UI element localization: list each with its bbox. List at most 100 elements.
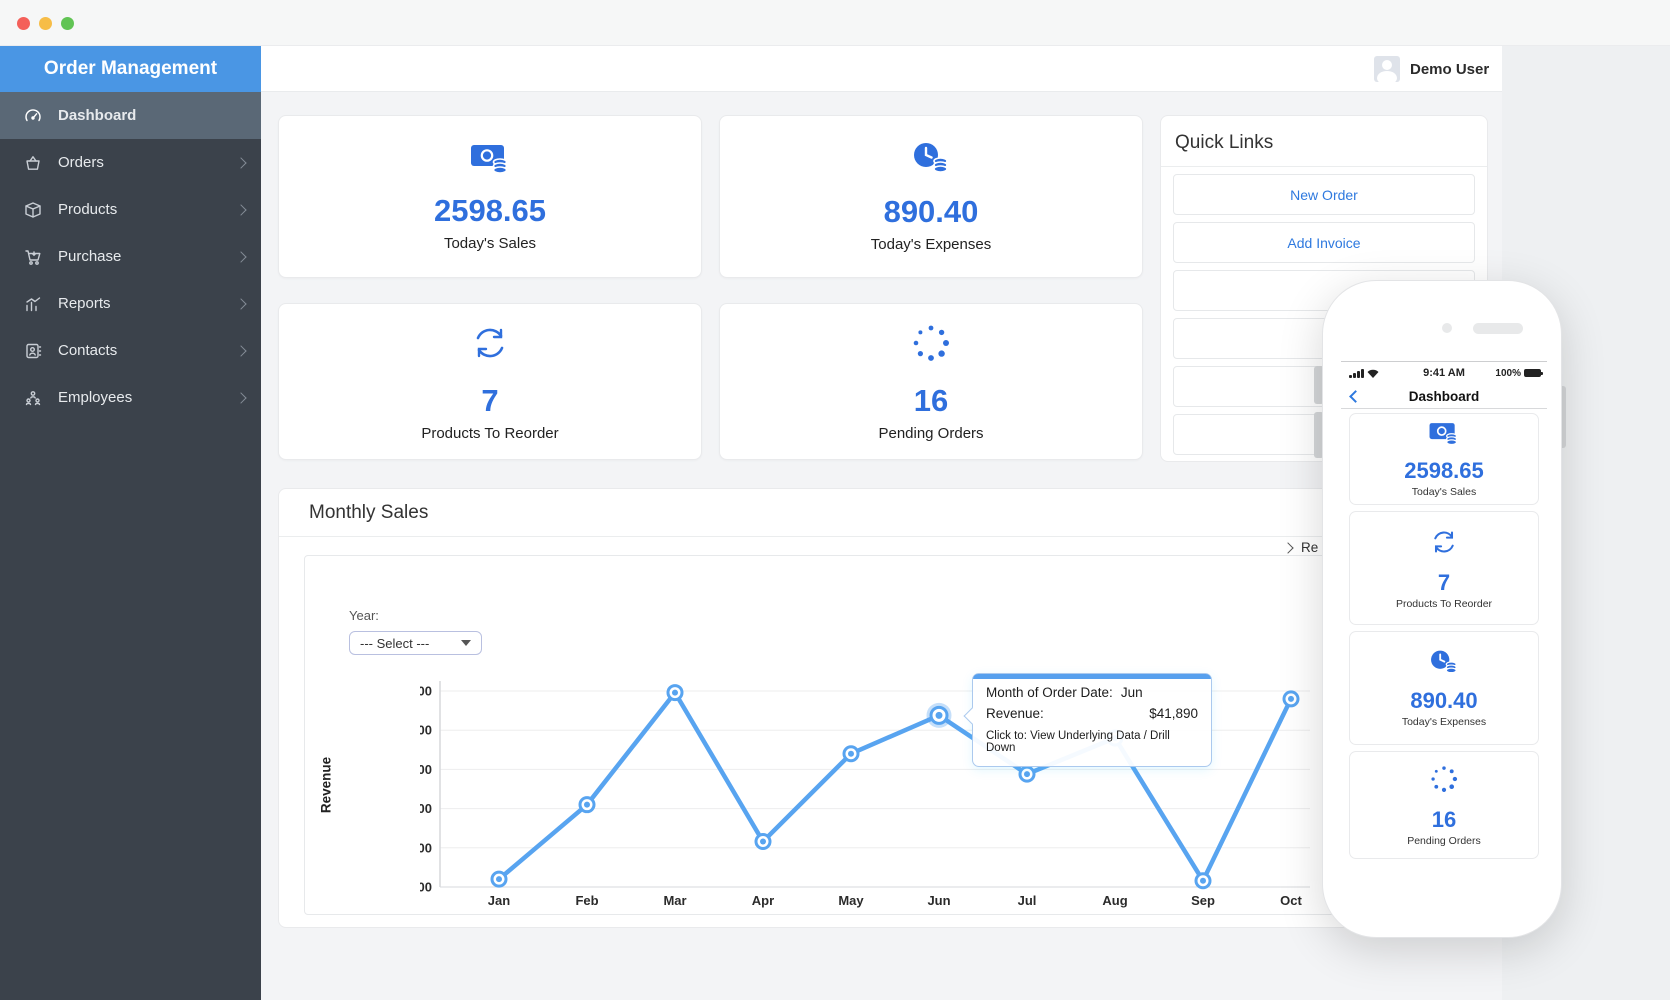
- stat-label: Today's Expenses: [1401, 716, 1487, 729]
- chart-point-center: [672, 689, 678, 696]
- chart-point-center: [1200, 877, 1206, 884]
- tooltip-revenue-value: $41,890: [1149, 706, 1198, 721]
- chevron-right-icon: [235, 203, 247, 216]
- phone-stat-card-reorder[interactable]: 7 Products To Reorder: [1349, 511, 1539, 625]
- sidebar-item-orders[interactable]: Orders: [0, 139, 261, 186]
- sidebar: Order Management Dashboard Orders Produc…: [0, 46, 261, 1000]
- money-icon: [1428, 420, 1460, 451]
- x-tick-label: Apr: [752, 893, 774, 908]
- x-tick-label: May: [838, 893, 864, 908]
- stat-card-pending-orders[interactable]: 16 Pending Orders: [719, 303, 1143, 460]
- phone-nav-bar: Dashboard: [1341, 384, 1547, 409]
- x-tick-label: Oct: [1280, 893, 1302, 908]
- clock-money-icon: [910, 140, 952, 181]
- chart-tooltip: Month of Order Date: Jun Revenue: $41,89…: [963, 673, 1212, 767]
- phone-status-bar: 9:41 AM 100%: [1341, 361, 1547, 384]
- close-window-icon[interactable]: [17, 17, 30, 30]
- stat-value: 2598.65: [433, 193, 547, 229]
- maximize-window-icon[interactable]: [61, 17, 74, 30]
- sidebar-item-label: Purchase: [58, 248, 122, 265]
- sidebar-item-contacts[interactable]: Contacts: [0, 327, 261, 374]
- tooltip-revenue-label: Revenue:: [986, 706, 1044, 721]
- box-icon: [24, 201, 42, 219]
- year-select-value: --- Select ---: [360, 635, 430, 651]
- tooltip-action-hint: Click to: View Underlying Data / Drill D…: [986, 730, 1170, 754]
- x-tick-label: Jul: [1018, 893, 1037, 908]
- stat-value: 7: [1437, 569, 1451, 595]
- chart-point-center: [1288, 695, 1294, 702]
- stat-label: Products To Reorder: [1395, 598, 1493, 611]
- cart-icon: [24, 248, 42, 266]
- stat-value: 16: [913, 383, 949, 419]
- battery-percent: 100%: [1495, 367, 1521, 379]
- x-tick-label: Jan: [488, 893, 510, 908]
- chart-point-center: [496, 876, 502, 883]
- y-tick-label: $25,000: [420, 840, 432, 855]
- y-tick-label: $40,000: [420, 723, 432, 738]
- phone-stat-card-expenses[interactable]: 890.40 Today's Expenses: [1349, 631, 1539, 745]
- stat-card-todays-sales[interactable]: 2598.65 Today's Sales: [278, 115, 702, 278]
- chevron-right-icon: [235, 250, 247, 263]
- stat-card-products-to-reorder[interactable]: 7 Products To Reorder: [278, 303, 702, 460]
- y-tick-label: $30,000: [420, 801, 432, 816]
- stat-label: Today's Sales: [1411, 486, 1477, 499]
- speaker-grill: [1473, 323, 1523, 334]
- phone-stat-card-pending[interactable]: 16 Pending Orders: [1349, 751, 1539, 859]
- stat-value: 16: [1431, 806, 1457, 832]
- x-tick-label: Mar: [663, 893, 686, 908]
- sidebar-item-products[interactable]: Products: [0, 186, 261, 233]
- quick-links-title: Quick Links: [1161, 116, 1487, 167]
- sidebar-item-purchase[interactable]: Purchase: [0, 233, 261, 280]
- chevron-right-icon: [1282, 541, 1294, 554]
- sidebar-item-label: Reports: [58, 295, 111, 312]
- app-window: Order Management Dashboard Orders Produc…: [0, 0, 1670, 1000]
- refresh-icon: [468, 321, 512, 370]
- x-tick-label: Sep: [1191, 893, 1215, 908]
- tooltip-month-label: Month of Order Date:: [986, 685, 1113, 700]
- chevron-right-icon: [235, 156, 247, 169]
- y-tick-label: $20,000: [420, 880, 432, 895]
- clock-money-icon: [1428, 648, 1460, 681]
- monthly-sales-title: Monthly Sales: [279, 489, 1487, 537]
- sidebar-item-reports[interactable]: Reports: [0, 280, 261, 327]
- chevron-right-icon: [235, 297, 247, 310]
- sidebar-item-employees[interactable]: Employees: [0, 374, 261, 421]
- stat-value: 890.40: [1410, 687, 1478, 713]
- y-tick-label: $35,000: [420, 762, 432, 777]
- sidebar-item-label: Dashboard: [58, 107, 137, 124]
- stat-label: Pending Orders: [878, 424, 984, 442]
- sidebar-item-dashboard[interactable]: Dashboard: [0, 92, 261, 139]
- window-titlebar: [0, 0, 1670, 46]
- chart-point-center: [584, 801, 590, 808]
- stat-card-todays-expenses[interactable]: 890.40 Today's Expenses: [719, 115, 1143, 278]
- chart-legend[interactable]: Re: [1282, 540, 1319, 555]
- y-axis-title: Revenue: [318, 756, 334, 814]
- phone-mockup: 9:41 AM 100% Dashboard 2598.65 Today's S…: [1322, 280, 1562, 938]
- user-menu[interactable]: Demo User: [1374, 56, 1489, 82]
- y-tick-label: $45,000: [420, 684, 432, 699]
- battery-icon: [1524, 369, 1543, 377]
- back-chevron-icon[interactable]: [1349, 389, 1362, 403]
- chevron-right-icon: [235, 391, 247, 404]
- stat-value: 7: [481, 383, 499, 419]
- minimize-window-icon[interactable]: [39, 17, 52, 30]
- chart-point-center: [760, 838, 766, 845]
- quick-link-add-invoice[interactable]: Add Invoice: [1173, 222, 1475, 263]
- sidebar-item-label: Orders: [58, 154, 104, 171]
- stat-value: 2598.65: [1404, 457, 1484, 483]
- gauge-icon: [24, 107, 42, 125]
- quick-link-new-order[interactable]: New Order: [1173, 174, 1475, 215]
- phone-stat-card-sales[interactable]: 2598.65 Today's Sales: [1349, 413, 1539, 505]
- chart-icon: [24, 295, 42, 313]
- year-label: Year:: [349, 608, 379, 623]
- main-header: [261, 46, 1502, 92]
- legend-label-clipped: Re: [1301, 540, 1319, 555]
- avatar: [1374, 56, 1400, 82]
- stat-label: Pending Orders: [1407, 835, 1481, 848]
- people-icon: [24, 389, 42, 407]
- user-name: Demo User: [1410, 60, 1490, 78]
- x-tick-label: Jun: [927, 893, 950, 908]
- spinner-icon: [1428, 763, 1460, 800]
- sidebar-item-label: Contacts: [58, 342, 118, 359]
- x-tick-label: Feb: [575, 893, 598, 908]
